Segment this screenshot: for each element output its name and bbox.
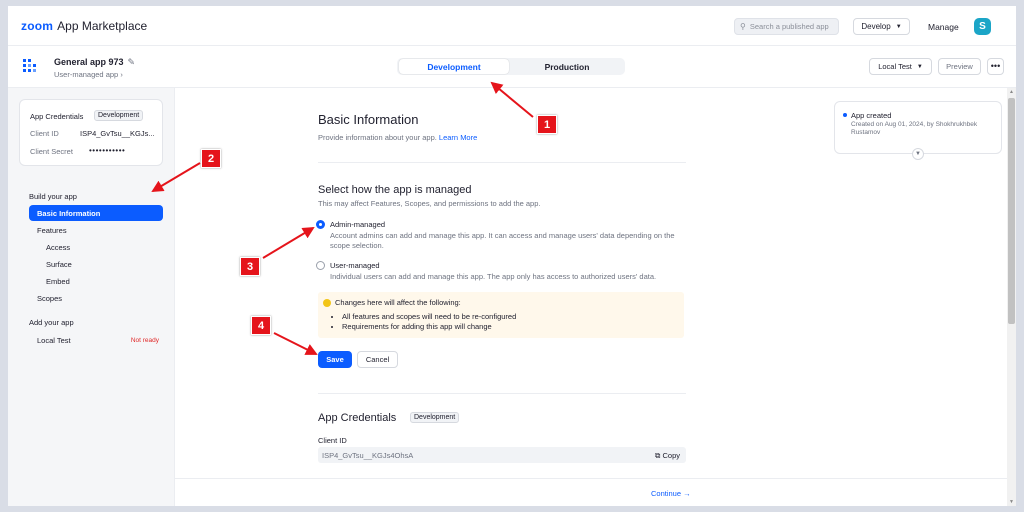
app-type-link[interactable]: User-managed app ›	[54, 70, 123, 79]
client-secret-label: Client Secret	[30, 147, 73, 156]
status-badge: Not ready	[130, 336, 159, 344]
page-subtitle-text: Provide information about your app.	[318, 133, 437, 142]
tab-development[interactable]: Development	[399, 59, 509, 74]
top-navbar: zoom App Marketplace ⚲ Search a publishe…	[8, 6, 1016, 46]
add-section-header: Add your app	[29, 318, 74, 327]
list-item: Requirements for adding this app will ch…	[342, 322, 516, 332]
local-test-dropdown[interactable]: Local Test ▼	[869, 58, 932, 75]
zoom-logo[interactable]: zoom App Marketplace	[21, 19, 147, 33]
learn-more-link[interactable]: Learn More	[439, 133, 477, 142]
environment-tabs: Development Production	[397, 58, 625, 75]
annotation-badge-3: 3	[240, 257, 260, 276]
main-content: Basic Information Provide information ab…	[175, 88, 1007, 506]
annotation-badge-4: 4	[251, 316, 271, 335]
chevron-right-icon: ›	[120, 70, 123, 79]
sidebar-item-basic-information[interactable]: Basic Information	[29, 205, 163, 221]
warning-icon	[323, 298, 331, 307]
divider	[318, 393, 686, 394]
avatar[interactable]: S	[974, 18, 991, 35]
scrollbar-thumb[interactable]	[1008, 98, 1015, 324]
admin-managed-description: Account admins can add and manage this a…	[330, 231, 675, 250]
app-type-text: User-managed app	[54, 70, 119, 79]
search-icon: ⚲	[740, 22, 746, 31]
search-input[interactable]: ⚲ Search a published app	[734, 18, 839, 35]
activity-title: App created	[851, 111, 892, 120]
environment-badge: Development	[410, 412, 460, 423]
sidebar-item-embed[interactable]: Embed	[29, 273, 163, 289]
brand-marketplace: App Marketplace	[57, 19, 148, 33]
develop-dropdown[interactable]: Develop ▼	[853, 18, 910, 35]
sidebar-item-access[interactable]: Access	[29, 239, 163, 255]
edit-icon[interactable]: ✎	[128, 57, 136, 67]
local-test-label: Local Test	[37, 335, 71, 345]
annotation-badge-1: 1	[537, 115, 557, 134]
bottom-bar: Continue →	[175, 478, 1007, 506]
copy-button[interactable]: ⧉ Copy	[655, 451, 680, 461]
app-window: zoom App Marketplace ⚲ Search a publishe…	[8, 6, 1016, 506]
activity-detail: Created on Aug 01, 2024, by Shokhrukhbek…	[851, 121, 978, 136]
expand-chevron-icon[interactable]: ▼	[912, 148, 924, 160]
credentials-title: App Credentials	[30, 112, 84, 121]
sidebar-item-local-test[interactable]: Local Test Not ready	[29, 332, 163, 348]
client-id-label: Client ID	[30, 129, 59, 138]
environment-badge: Development	[94, 110, 144, 121]
warning-list: All features and scopes will need to be …	[332, 312, 516, 332]
user-managed-description: Individual users can add and manage this…	[330, 272, 657, 281]
app-header: General app 973 ✎ User-managed app › Deve…	[8, 46, 1016, 88]
sidebar-item-surface[interactable]: Surface	[29, 256, 163, 272]
warning-title: Changes here will affect the following:	[323, 298, 461, 307]
app-name: General app 973 ✎	[54, 57, 135, 68]
client-id-label: Client ID	[318, 436, 347, 445]
search-placeholder: Search a published app	[749, 22, 829, 31]
app-icon	[23, 59, 37, 73]
divider	[318, 162, 686, 163]
sidebar-item-features[interactable]: Features	[29, 222, 163, 238]
page-subtitle: Provide information about your app. Lear…	[318, 133, 477, 142]
manage-link[interactable]: Manage	[928, 22, 959, 32]
brand-zoom: zoom	[21, 19, 54, 33]
more-options-button[interactable]: •••	[987, 58, 1004, 75]
credentials-section-title: App Credentials	[318, 412, 397, 424]
warning-box: Changes here will affect the following: …	[318, 292, 684, 338]
page-title: Basic Information	[318, 112, 419, 127]
continue-label: Continue	[651, 489, 682, 498]
timeline-dot	[843, 113, 847, 117]
preview-button[interactable]: Preview	[938, 58, 981, 75]
activity-card: App created Created on Aug 01, 2024, by …	[834, 101, 1002, 160]
client-secret-value: •••••••••••	[89, 146, 126, 155]
copy-label: Copy	[662, 451, 680, 460]
credentials-card: App Credentials Development Client ID IS…	[19, 99, 163, 166]
continue-button[interactable]: Continue →	[651, 489, 691, 498]
list-item: All features and scopes will need to be …	[342, 312, 516, 322]
tab-production[interactable]: Production	[511, 59, 623, 74]
cancel-button[interactable]: Cancel	[357, 351, 398, 368]
copy-icon: ⧉	[655, 451, 661, 460]
sidebar: App Credentials Development Client ID IS…	[8, 88, 175, 506]
section-title: Select how the app is managed	[318, 184, 472, 196]
user-managed-label[interactable]: User-managed	[330, 261, 380, 270]
admin-managed-radio[interactable]	[316, 220, 325, 229]
develop-label: Develop	[861, 22, 891, 31]
scroll-down-icon[interactable]: ▼	[1009, 499, 1014, 505]
user-managed-radio[interactable]	[316, 261, 325, 270]
client-id-field: ISP4_GvTsu__KGJs4OhsA ⧉ Copy	[318, 447, 686, 463]
arrow-right-icon: →	[683, 489, 691, 498]
section-subtitle: This may affect Features, Scopes, and pe…	[318, 199, 541, 208]
sidebar-item-scopes[interactable]: Scopes	[29, 290, 163, 306]
scroll-up-icon[interactable]: ▲	[1009, 89, 1014, 95]
scrollbar[interactable]: ▲ ▼	[1007, 88, 1016, 506]
local-test-label: Local Test	[878, 62, 912, 71]
admin-managed-label[interactable]: Admin-managed	[330, 220, 385, 229]
chevron-down-icon: ▼	[895, 23, 902, 30]
save-button[interactable]: Save	[318, 351, 352, 368]
app-name-text: General app 973	[54, 57, 124, 67]
annotation-badge-2: 2	[201, 149, 221, 168]
chevron-down-icon: ▼	[916, 63, 923, 70]
client-id-value: ISP4_GvTsu__KGJs...	[80, 129, 155, 138]
client-id-value: ISP4_GvTsu__KGJs4OhsA	[322, 451, 414, 460]
build-section-header: Build your app	[29, 192, 77, 201]
warning-title-text: Changes here will affect the following:	[335, 298, 461, 307]
